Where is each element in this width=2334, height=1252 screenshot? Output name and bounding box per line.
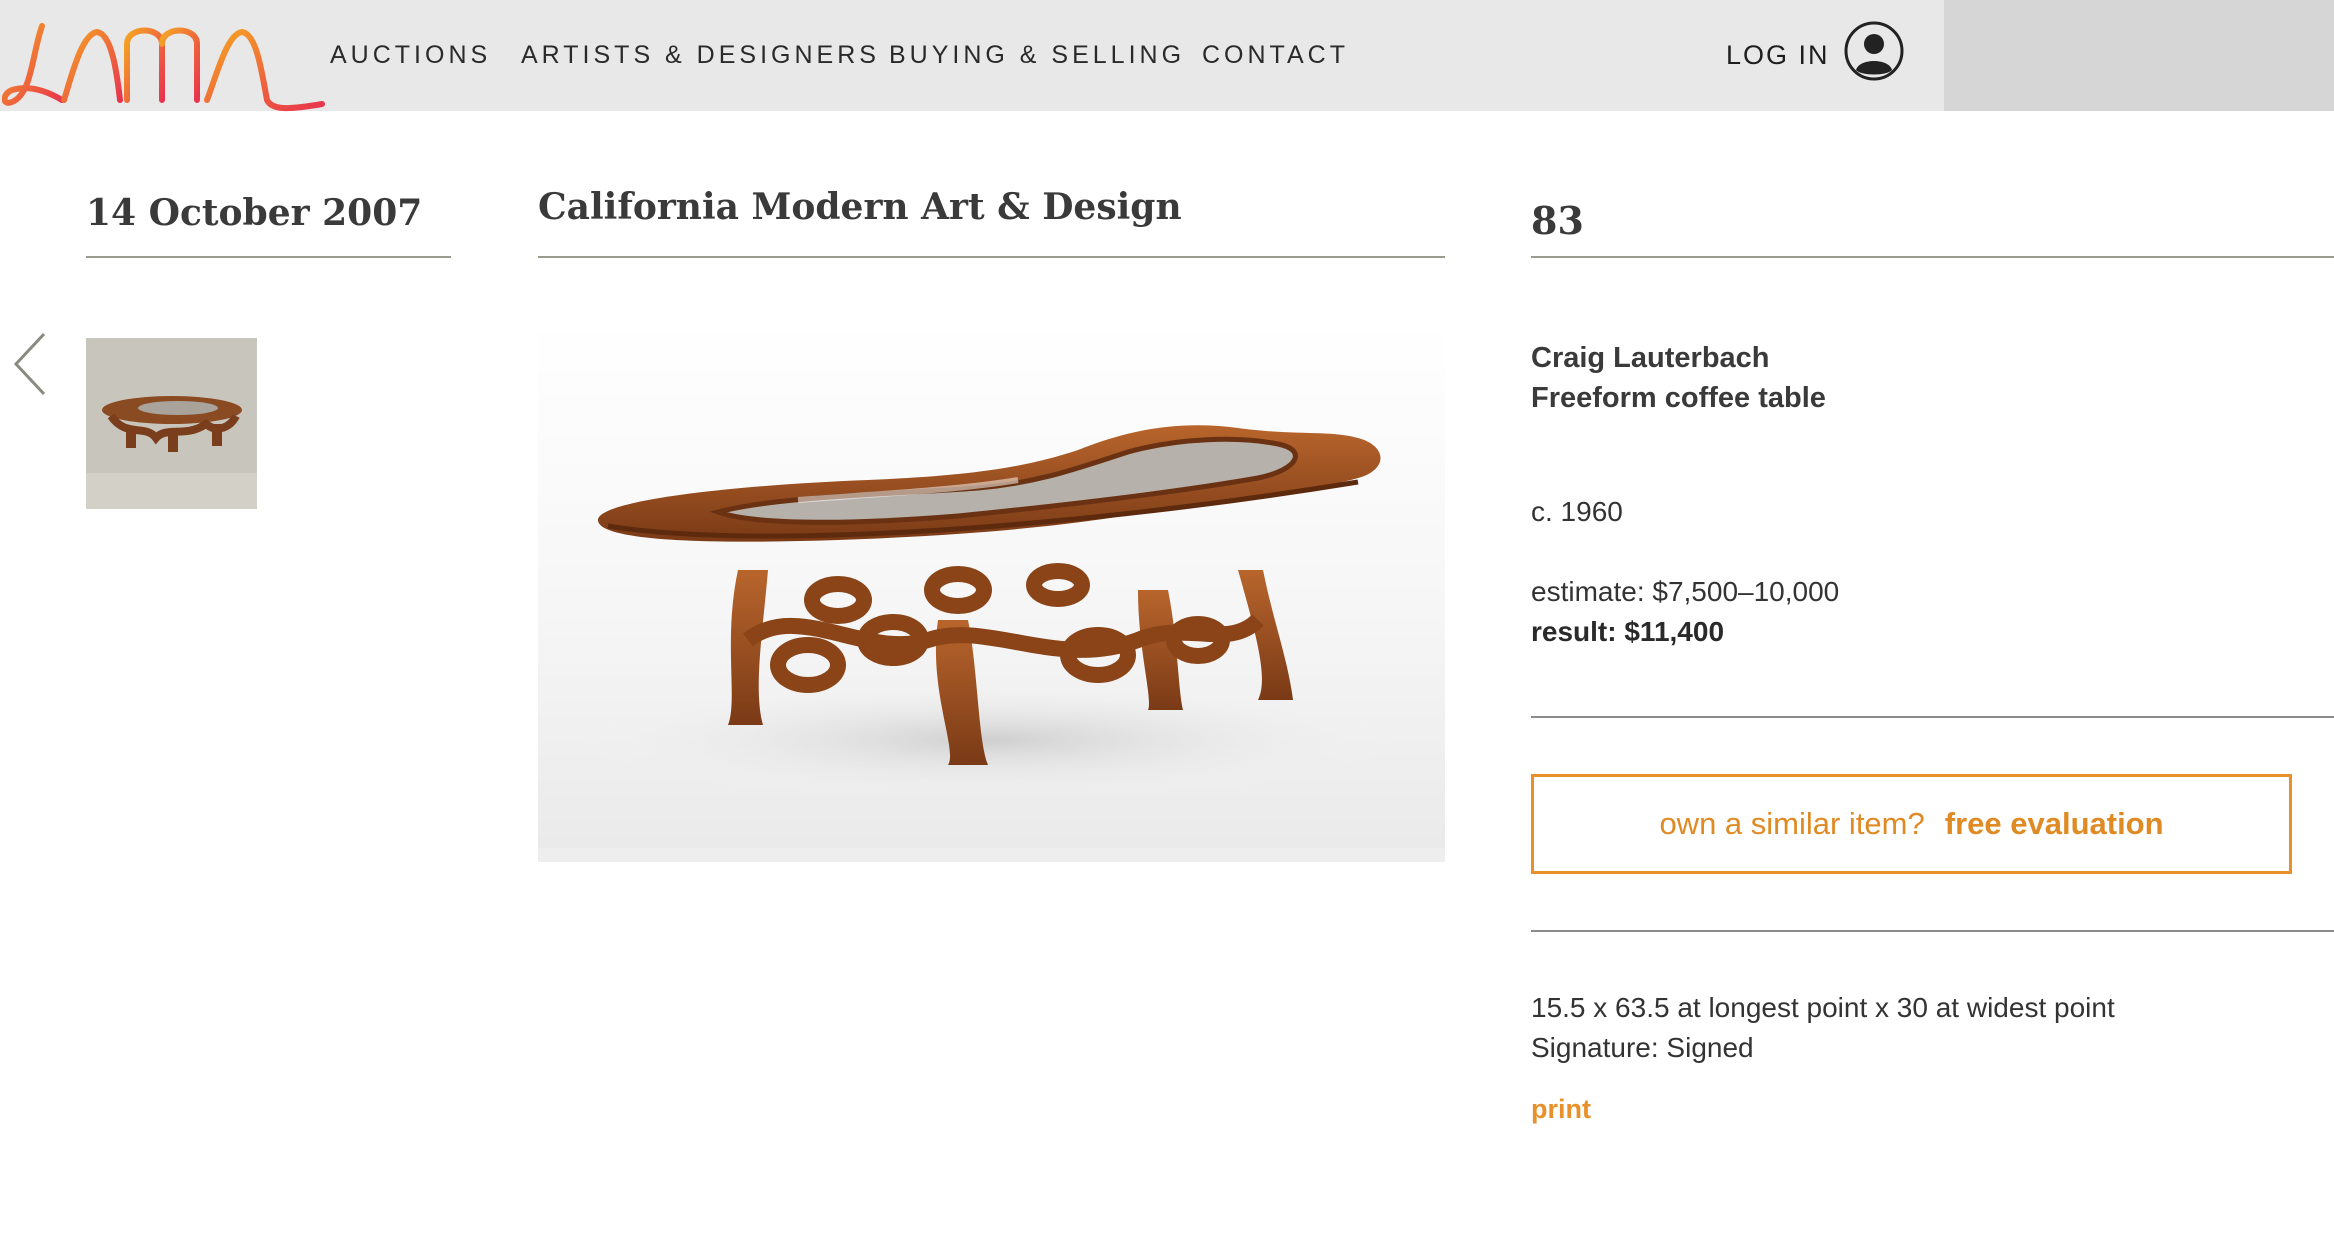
date-made: c. 1960 — [1531, 496, 1623, 527]
lot-main-image[interactable] — [538, 320, 1445, 848]
divider — [1531, 930, 2334, 932]
nav-buying-selling[interactable]: BUYING & SELLING — [889, 0, 1185, 111]
artist-name[interactable]: Craig Lauterbach — [1531, 338, 1770, 378]
sale-date: 14 October 2007 — [86, 192, 423, 234]
signature: Signature: Signed — [1531, 1032, 1754, 1063]
nav-contact[interactable]: CONTACT — [1202, 0, 1349, 111]
nav-artists-designers[interactable]: ARTISTS & DESIGNERS — [521, 0, 880, 111]
divider — [1531, 256, 2334, 258]
evaluation-prompt: own a similar item? — [1659, 806, 1925, 841]
lama-logo[interactable] — [2, 14, 332, 114]
thumbnail-image[interactable] — [86, 338, 257, 509]
divider — [538, 256, 1445, 258]
sale-title[interactable]: California Modern Art & Design — [538, 186, 1182, 228]
lot-title: Freeform coffee table — [1531, 382, 1826, 414]
coffee-table-thumbnail-picture — [86, 338, 257, 509]
evaluation-link[interactable]: free evaluation — [1945, 806, 2164, 842]
image-caption-strip — [538, 848, 1445, 862]
free-evaluation-button[interactable]: own a similar item? free evaluation — [1531, 774, 2292, 874]
user-circle-icon[interactable] — [1843, 20, 1905, 82]
dimensions: 15.5 x 63.5 at longest point x 30 at wid… — [1531, 992, 2115, 1023]
divider — [1531, 716, 2334, 718]
estimate: estimate: $7,500–10,000 — [1531, 576, 1840, 607]
divider — [86, 256, 451, 258]
lot-number: 83 — [1531, 198, 1584, 243]
chevron-left-icon[interactable] — [10, 330, 50, 398]
header-side-panel — [1944, 0, 2334, 111]
freeform-coffee-table-picture — [568, 425, 1408, 800]
result: result: $11,400 — [1531, 616, 1725, 647]
login-link[interactable]: LOG IN — [1726, 0, 1830, 111]
print-link[interactable]: print — [1531, 1094, 1591, 1125]
nav-auctions[interactable]: AUCTIONS — [330, 0, 491, 111]
